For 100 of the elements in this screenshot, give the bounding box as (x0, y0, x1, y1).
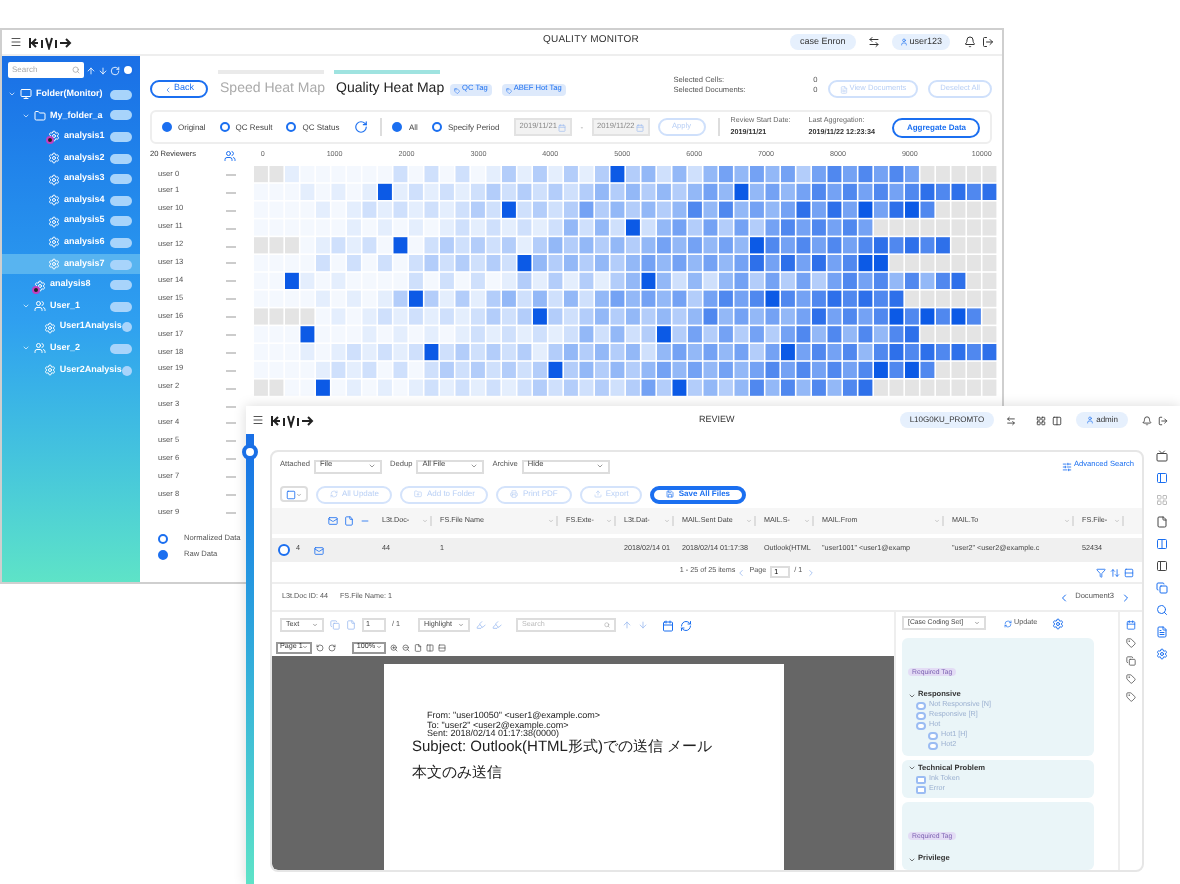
user-icon (899, 38, 908, 46)
upload-icon (593, 490, 602, 498)
radio-button[interactable] (916, 721, 925, 731)
count-pill (110, 216, 132, 227)
tag-icon (1126, 692, 1136, 702)
count-pill (110, 131, 132, 142)
logo-drawing (28, 35, 72, 49)
sync-icon (680, 619, 692, 631)
logo-drawing (270, 413, 314, 427)
radio-button[interactable] (916, 701, 925, 711)
radio-button[interactable] (158, 534, 168, 545)
users-icon (224, 150, 237, 162)
printer-icon (510, 490, 519, 498)
arrow-up-icon (86, 65, 96, 75)
radio-button[interactable] (219, 122, 230, 132)
tag-icon (1126, 674, 1136, 684)
save-icon (666, 490, 675, 498)
gear-icon (34, 279, 46, 292)
checkbox[interactable] (916, 775, 925, 785)
radio-button[interactable] (928, 731, 937, 741)
filter-icon (1096, 567, 1107, 577)
arrow-up-icon (622, 620, 632, 630)
grid-icon (1156, 494, 1168, 506)
document-icon (839, 85, 848, 93)
radio-button[interactable] (286, 122, 297, 132)
sort-icon (1110, 567, 1121, 577)
count-pill (110, 174, 132, 185)
search-icon (1156, 604, 1168, 616)
gear-icon (48, 215, 60, 228)
panel-icon (1156, 560, 1168, 572)
search-icon (604, 622, 610, 628)
arrow-down-icon (98, 65, 108, 75)
gear-icon (43, 364, 56, 377)
gear-icon (48, 152, 60, 165)
panel-icon (1156, 472, 1168, 484)
rotate-left-icon (316, 643, 325, 651)
columns-icon (1052, 415, 1063, 425)
calendar-icon (636, 123, 645, 131)
logout-icon (982, 36, 994, 48)
refresh-icon (110, 65, 120, 75)
swap-icon (867, 36, 880, 48)
tag-icon (454, 87, 461, 93)
rows-icon (437, 643, 446, 651)
row-checkbox[interactable] (278, 544, 290, 556)
arrow-down-icon (638, 620, 648, 630)
count-pill (110, 89, 132, 100)
zoom-out-icon (401, 643, 410, 651)
users-icon (34, 342, 46, 355)
rotate-right-icon (328, 643, 337, 651)
radio-button[interactable] (392, 122, 403, 132)
rows-icon (1124, 567, 1135, 577)
bell-icon (1142, 415, 1153, 425)
highlighter-icon (492, 620, 502, 630)
menu-icon (10, 36, 22, 48)
count-pill (110, 343, 132, 354)
count-pill (110, 195, 132, 206)
refresh-icon (1004, 619, 1012, 628)
copy-icon (1156, 582, 1168, 594)
checkbox-icon (286, 489, 296, 499)
count-pill (121, 322, 132, 333)
calendar-icon (558, 123, 567, 131)
count-pill (110, 259, 132, 270)
count-pill (110, 110, 132, 121)
gear-icon (48, 236, 60, 249)
columns-icon (1156, 538, 1168, 550)
radio-button[interactable] (916, 711, 925, 721)
calendar-icon (1126, 620, 1136, 630)
grid-icon (1036, 415, 1047, 425)
user-icon (1086, 416, 1095, 424)
gear-icon (48, 173, 60, 186)
checkbox[interactable] (916, 785, 925, 795)
refresh-icon (353, 120, 368, 134)
monitor-icon (20, 88, 32, 101)
radio-button[interactable] (431, 122, 442, 132)
select-dropdown[interactable] (280, 486, 308, 502)
count-pill (110, 153, 132, 164)
search-icon (72, 66, 80, 74)
count-pill (110, 237, 132, 248)
users-icon (34, 300, 46, 313)
folder-icon (34, 109, 46, 122)
radio-button[interactable] (162, 122, 172, 132)
count-pill (110, 301, 132, 312)
mail-icon (314, 545, 324, 555)
gear-icon (43, 321, 56, 334)
page-icon (346, 620, 356, 630)
gear-icon (48, 258, 60, 271)
minus-icon (360, 516, 370, 526)
radio-button[interactable] (158, 549, 168, 560)
refresh-icon (330, 490, 338, 498)
radio-button[interactable] (928, 741, 937, 751)
logout-icon (1158, 415, 1169, 425)
monitor-icon (1156, 450, 1168, 462)
pages-icon (330, 620, 340, 630)
zoom-in-icon (389, 643, 398, 651)
tag-icon (1126, 638, 1136, 648)
count-pill (110, 280, 132, 291)
menu-icon (252, 414, 264, 426)
page-icon (413, 643, 422, 651)
tag-icon (505, 87, 512, 93)
columns-icon (425, 643, 434, 651)
